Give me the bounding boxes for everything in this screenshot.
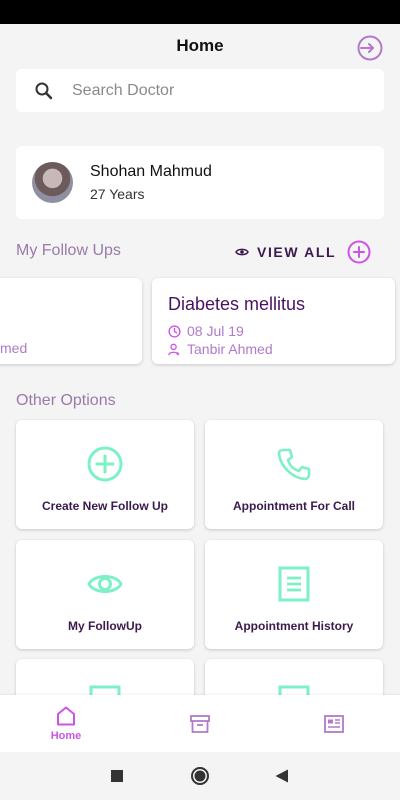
app-header: Home (0, 24, 400, 68)
option-label: My FollowUp (68, 619, 142, 633)
status-bar (0, 0, 400, 24)
eye-icon (235, 248, 249, 256)
clock-icon (168, 324, 181, 338)
profile-name: Shohan Mahmud (90, 163, 212, 180)
profile-age: 27 Years (90, 186, 145, 202)
phone-icon (277, 448, 311, 481)
my-followup-button[interactable]: My FollowUp (16, 540, 194, 649)
recents-icon[interactable] (107, 766, 127, 786)
avatar (32, 162, 73, 203)
system-nav-bar (0, 752, 400, 800)
archive-icon (190, 715, 210, 733)
follow-ups-title: My Follow Ups (16, 242, 121, 259)
view-all-label: VIEW ALL (257, 244, 337, 260)
profile-card[interactable]: Shohan Mahmud 27 Years (16, 146, 384, 219)
bottom-nav: Home (0, 695, 400, 752)
appointment-history-button[interactable]: Appointment History (205, 540, 383, 649)
logout-icon[interactable] (356, 34, 384, 62)
create-followup-button[interactable]: Create New Follow Up (16, 420, 194, 529)
followup-doctor: med (0, 340, 28, 356)
nav-item-archive[interactable] (160, 695, 240, 752)
page-title: Home (176, 36, 224, 55)
followup-date: 08 Jul 19 (187, 323, 244, 339)
option-label: Appointment History (234, 619, 354, 633)
followup-card[interactable]: med (0, 278, 142, 364)
appointment-call-button[interactable]: Appointment For Call (205, 420, 383, 529)
nav-item-news[interactable] (294, 695, 374, 752)
nav-label: Home (50, 730, 82, 742)
followup-card[interactable]: Diabetes mellitus 08 Jul 19 Tanbir Ahmed (152, 278, 395, 364)
document-icon (278, 566, 310, 602)
option-label: Appointment For Call (233, 499, 355, 513)
other-options-title: Other Options (16, 392, 116, 409)
eye-icon (87, 575, 123, 593)
home-icon (57, 706, 75, 726)
back-icon[interactable] (272, 766, 292, 786)
doctor-icon (168, 343, 180, 355)
search-icon (35, 82, 53, 100)
plus-circle-icon (87, 446, 123, 482)
view-all-button[interactable]: VIEW ALL (235, 242, 336, 262)
followup-title: Diabetes mellitus (168, 294, 306, 314)
nav-item-home[interactable]: Home (26, 695, 106, 752)
option-label: Create New Follow Up (41, 499, 169, 513)
search-input[interactable] (72, 69, 372, 112)
news-icon (324, 715, 344, 733)
followup-doctor: Tanbir Ahmed (187, 341, 273, 357)
search-bar (16, 69, 384, 112)
add-followup-icon[interactable] (347, 240, 371, 264)
home-button-icon[interactable] (190, 766, 210, 786)
